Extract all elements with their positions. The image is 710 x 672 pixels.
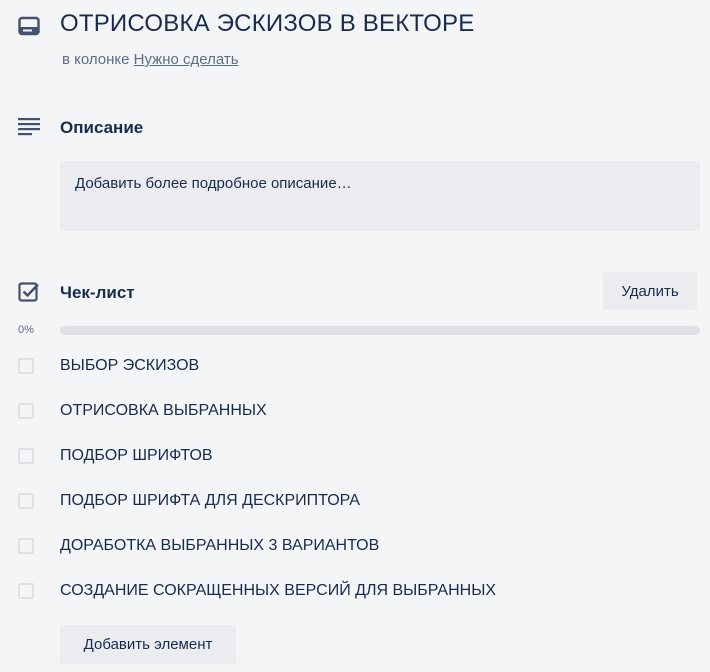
checklist-item: ДОРАБОТКА ВЫБРАННЫХ 3 ВАРИАНТОВ: [0, 524, 710, 569]
checklist-item-checkbox[interactable]: [18, 403, 34, 419]
checklist-item: ПОДБОР ШРИФТОВ: [0, 434, 710, 479]
add-item-button[interactable]: Добавить элемент: [60, 625, 236, 664]
lines-icon: [18, 118, 40, 136]
checklist-item-checkbox[interactable]: [18, 448, 34, 464]
checkbox-checked-icon: [18, 282, 39, 302]
checklist-item: СОЗДАНИЕ СОКРАЩЕННЫХ ВЕРСИЙ ДЛЯ ВЫБРАННЫ…: [0, 569, 710, 614]
progress-percentage: 0%: [18, 324, 34, 336]
list-reference: в колонке Нужно сделать: [62, 51, 239, 68]
progress-bar: [60, 326, 700, 335]
checklist-item: ОТРИСОВКА ВЫБРАННЫХ: [0, 389, 710, 434]
checklist-item: ВЫБОР ЭСКИЗОВ: [0, 344, 710, 389]
card-icon: [18, 16, 40, 36]
checklist-item-checkbox[interactable]: [18, 538, 34, 554]
checklist-item-label[interactable]: ПОДБОР ШРИФТА ДЛЯ ДЕСКРИПТОРА: [60, 492, 360, 510]
checklist-item-checkbox[interactable]: [18, 583, 34, 599]
description-placeholder[interactable]: Добавить более подробное описание…: [60, 161, 700, 231]
checklist-item-label[interactable]: ОТРИСОВКА ВЫБРАННЫХ: [60, 402, 267, 420]
card-title[interactable]: ОТРИСОВКА ЭСКИЗОВ В ВЕКТОРЕ: [60, 10, 474, 38]
checklist-item-label[interactable]: ВЫБОР ЭСКИЗОВ: [60, 357, 199, 375]
checklist-item-label[interactable]: СОЗДАНИЕ СОКРАЩЕННЫХ ВЕРСИЙ ДЛЯ ВЫБРАННЫ…: [60, 582, 496, 600]
checklist-items: ВЫБОР ЭСКИЗОВ ОТРИСОВКА ВЫБРАННЫХ ПОДБОР Ш…: [0, 344, 710, 614]
delete-checklist-button[interactable]: Удалить: [603, 272, 697, 310]
checklist-item-checkbox[interactable]: [18, 358, 34, 374]
checklist-item: ПОДБОР ШРИФТА ДЛЯ ДЕСКРИПТОРА: [0, 479, 710, 524]
description-title: Описание: [60, 118, 144, 137]
checklist-item-label[interactable]: ДОРАБОТКА ВЫБРАННЫХ 3 ВАРИАНТОВ: [60, 537, 379, 555]
list-link[interactable]: Нужно сделать: [134, 51, 239, 68]
checklist-title[interactable]: Чек-лист: [60, 283, 135, 303]
list-prefix: в колонке: [62, 51, 130, 68]
checklist-item-checkbox[interactable]: [18, 493, 34, 509]
checklist-item-label[interactable]: ПОДБОР ШРИФТОВ: [60, 447, 213, 465]
